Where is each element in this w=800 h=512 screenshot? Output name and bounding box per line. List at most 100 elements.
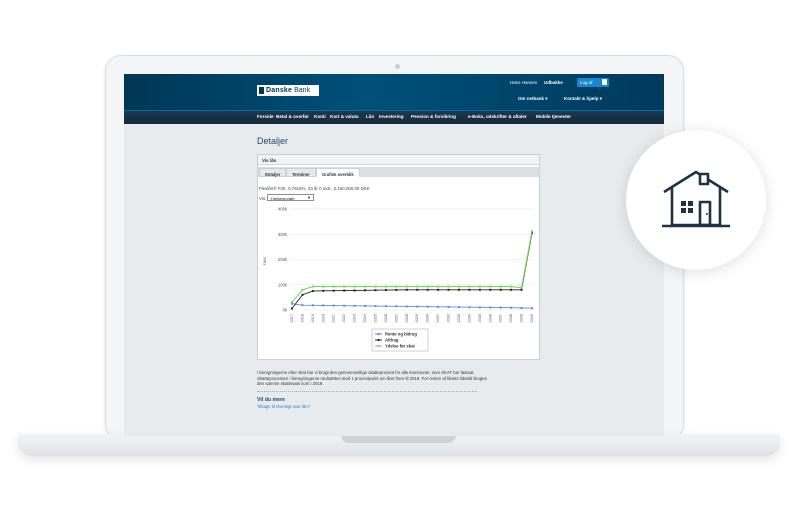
legend-marker	[377, 339, 380, 341]
x-tick-label: 2031	[436, 314, 440, 322]
back-link[interactable]: Tilbage til Oversigt over lån?	[257, 404, 310, 409]
nav-item-konti[interactable]: Konti	[314, 114, 326, 119]
data-point	[311, 290, 314, 293]
nav-item-pension[interactable]: Pension & forsikring	[411, 114, 456, 119]
tab-detaljer[interactable]: Detaljer	[259, 168, 287, 177]
nav-item-investering[interactable]: Investering	[379, 114, 404, 119]
data-point	[311, 304, 314, 307]
data-point	[510, 285, 513, 288]
data-point	[395, 288, 398, 291]
x-tick-label: 2028	[405, 314, 409, 322]
data-point	[332, 289, 335, 292]
legend-marker	[377, 345, 380, 347]
nav-item-eboks[interactable]: e-Boks, udskrifter & aftaler	[468, 114, 527, 119]
main-nav: Forside Betal & overfør Konti Kort & val…	[124, 110, 664, 124]
data-point	[322, 285, 325, 288]
x-tick-label: 2018	[300, 314, 304, 322]
x-tick-label: 2021	[332, 314, 336, 322]
x-tick-label: 2020	[321, 314, 325, 322]
data-point	[301, 304, 304, 307]
data-point	[426, 288, 429, 291]
nav-item-laan[interactable]: Lån	[366, 114, 374, 119]
data-point	[353, 304, 356, 307]
lock-icon	[602, 79, 607, 85]
data-point	[499, 285, 502, 288]
x-tick-label: 2024	[363, 314, 367, 322]
x-tick-label: 2033	[457, 314, 461, 322]
data-point	[437, 285, 440, 288]
data-point	[384, 305, 387, 308]
data-point	[499, 306, 502, 309]
menu-contact[interactable]: Kontakt & hjælp ▾	[564, 96, 602, 102]
data-point	[301, 288, 304, 291]
legend-label: Rente og bidrag	[385, 332, 417, 337]
data-point	[499, 288, 502, 291]
data-point	[343, 285, 346, 288]
data-point	[405, 305, 408, 308]
nav-item-mobile[interactable]: Mobile tjenester	[536, 114, 571, 119]
nav-item-forside[interactable]: Forside	[257, 114, 274, 119]
data-point	[384, 285, 387, 288]
data-point	[395, 305, 398, 308]
data-point	[426, 285, 429, 288]
y-tick-label: 100k	[278, 282, 288, 287]
x-tick-label: 2017	[290, 314, 294, 322]
x-tick-label: 2023	[353, 314, 357, 322]
user-name: Hans Hansen	[510, 80, 538, 85]
x-tick-label: 2019	[311, 314, 315, 322]
logout-label: Log af	[580, 80, 593, 85]
x-tick-label: 2039	[520, 314, 524, 322]
nav-item-betal[interactable]: Betal & overfør	[276, 114, 309, 119]
danske-bank-logo[interactable]: Danske Bank	[257, 85, 319, 96]
x-tick-label: 2038	[509, 314, 513, 322]
x-tick-label: 2040	[530, 314, 534, 322]
data-point	[468, 285, 471, 288]
legend-label: Afdrag	[385, 338, 399, 343]
data-point	[531, 307, 533, 310]
x-tick-label: 2025	[373, 314, 377, 322]
logo-word-bank: Bank	[294, 87, 311, 94]
loan-panel: Vis lån Detaljer Terminer Grafisk overbl…	[257, 154, 540, 360]
select-value: Ydelsesforløb	[270, 196, 295, 201]
y-tick-label: 400k	[278, 207, 288, 212]
data-point	[322, 304, 325, 307]
data-point	[364, 304, 367, 307]
x-tick-label: 2030	[426, 314, 430, 322]
x-tick-label: 2037	[499, 314, 503, 322]
nav-item-kort[interactable]: Kort & valuta	[330, 114, 359, 119]
data-point	[489, 288, 492, 291]
menu-about[interactable]: Om netbank ▾	[518, 96, 548, 102]
webcam-icon	[395, 64, 400, 69]
x-tick-label: 2036	[488, 314, 492, 322]
data-point	[311, 285, 314, 288]
data-point	[416, 288, 419, 291]
x-tick-label: 2035	[478, 314, 482, 322]
data-point	[447, 288, 450, 291]
data-point	[510, 306, 513, 309]
tab-terminer[interactable]: Terminer	[286, 168, 316, 177]
data-point	[343, 289, 346, 292]
laptop-base	[18, 434, 780, 456]
data-point	[374, 285, 377, 288]
stage: Danske Bank Hans Hansen Udbakke Log af O…	[0, 0, 800, 512]
loan-info: Flexlån® F3K, 0,7516%, 23 år 0 mdr., 2.1…	[259, 186, 370, 191]
data-point	[322, 289, 325, 292]
view-select[interactable]: Ydelsesforløb ▼	[267, 194, 314, 201]
house-icon	[662, 170, 730, 228]
data-point	[353, 289, 356, 292]
data-point	[520, 306, 523, 309]
logout-button[interactable]: Log af	[577, 78, 609, 87]
inbox-link[interactable]: Udbakke	[544, 80, 563, 85]
data-point	[364, 289, 367, 292]
x-tick-label: 2022	[342, 314, 346, 322]
y-tick-label: 200k	[278, 257, 288, 262]
data-point	[343, 304, 346, 307]
house-badge	[626, 130, 766, 270]
footnote: I beregningerne efter skat har vi brugt …	[257, 370, 487, 387]
panel-heading: Vis lån	[258, 155, 539, 165]
tab-grafisk-overblik[interactable]: Grafisk overblik	[316, 168, 360, 177]
logo-mark-icon	[259, 87, 264, 94]
payment-chart: 400k 300k 200k 100k 0k DKK 2017 2018 2019 2020 202…	[262, 207, 534, 352]
data-point	[301, 293, 304, 296]
logo-word-danske: Danske	[266, 87, 293, 94]
